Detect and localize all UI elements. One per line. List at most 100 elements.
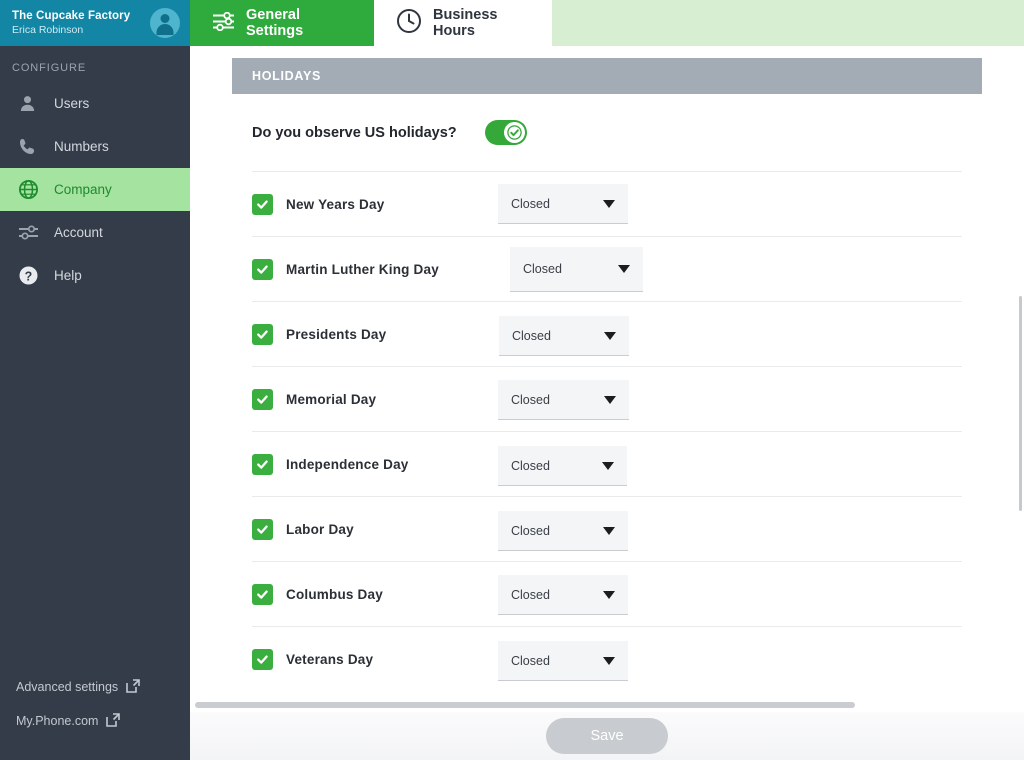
holiday-row: Labor Day Closed — [252, 496, 962, 561]
sidebar-account-text: The Cupcake Factory Erica Robinson — [12, 10, 150, 36]
sidebar: The Cupcake Factory Erica Robinson CONFI… — [0, 0, 190, 760]
chevron-down-icon — [603, 590, 615, 599]
avatar[interactable] — [150, 8, 180, 38]
sidebar-item-label: Help — [54, 268, 82, 283]
sidebar-item-company[interactable]: Company — [0, 168, 190, 211]
save-button[interactable]: Save — [546, 718, 668, 754]
check-icon — [257, 329, 268, 339]
footer-bar: Save — [190, 712, 1024, 760]
holiday-name: New Years Day — [286, 196, 385, 212]
holiday-name: Martin Luther King Day — [286, 261, 439, 277]
tab-strip: General Settings Business Hours — [190, 0, 1024, 46]
main-content: HOLIDAYS Do you observe US holidays? New… — [190, 46, 1024, 700]
check-icon — [257, 394, 268, 404]
holiday-list: New Years Day Closed Martin Luther King Da… — [252, 171, 962, 691]
check-icon — [257, 524, 268, 534]
check-icon — [257, 199, 268, 209]
holiday-row: Columbus Day Closed — [252, 561, 962, 626]
company-name: The Cupcake Factory — [12, 9, 131, 22]
sliders-icon — [18, 224, 48, 241]
holiday-status-value: Closed — [511, 196, 550, 211]
horizontal-scrollbar-thumb[interactable] — [195, 702, 855, 708]
holiday-status-dropdown[interactable]: Closed — [498, 446, 627, 486]
chevron-down-icon — [604, 395, 616, 404]
holiday-status-dropdown[interactable]: Closed — [498, 380, 629, 420]
my-phone-com-link[interactable]: My.Phone.com — [0, 704, 190, 738]
sidebar-item-numbers[interactable]: Numbers — [0, 125, 190, 168]
vertical-scrollbar[interactable] — [1019, 296, 1022, 511]
observe-question-label: Do you observe US holidays? — [252, 124, 457, 141]
section-header-holidays: HOLIDAYS — [232, 58, 982, 94]
holiday-status-value: Closed — [511, 587, 550, 602]
sidebar-item-label: Numbers — [54, 139, 109, 154]
holiday-status-dropdown[interactable]: Closed — [498, 184, 628, 224]
holiday-checkbox[interactable] — [252, 388, 273, 410]
holiday-status-dropdown[interactable]: Closed — [510, 247, 643, 292]
holiday-status-dropdown[interactable]: Closed — [499, 316, 629, 356]
holiday-row: Memorial Day Closed — [252, 366, 962, 431]
chevron-down-icon — [603, 199, 615, 208]
sidebar-item-label: Users — [54, 96, 90, 111]
holiday-checkbox[interactable] — [252, 583, 273, 605]
chevron-down-icon — [603, 526, 615, 535]
horizontal-scrollbar-track — [190, 700, 1024, 712]
sidebar-section-label: CONFIGURE — [12, 62, 87, 74]
sidebar-account-header[interactable]: The Cupcake Factory Erica Robinson — [0, 0, 190, 46]
observe-holidays-row: Do you observe US holidays? — [190, 94, 1024, 171]
holiday-checkbox[interactable] — [252, 258, 273, 280]
holiday-row: Martin Luther King Day Closed — [252, 236, 962, 301]
sidebar-item-users[interactable]: Users — [0, 82, 190, 125]
advanced-settings-label: Advanced settings — [16, 680, 119, 694]
my-phone-com-label: My.Phone.com — [16, 714, 99, 728]
check-icon — [506, 125, 522, 140]
holiday-status-value: Closed — [512, 328, 551, 343]
holiday-status-dropdown[interactable]: Closed — [498, 511, 628, 551]
holiday-name: Columbus Day — [286, 586, 383, 602]
holiday-row: Independence Day Closed — [252, 431, 962, 496]
observe-holidays-toggle[interactable] — [484, 120, 527, 145]
tab-business-hours[interactable]: Business Hours — [374, 0, 552, 46]
holiday-name: Memorial Day — [286, 391, 377, 407]
external-link-icon — [105, 712, 121, 731]
holiday-name: Veterans Day — [286, 651, 374, 667]
holiday-status-dropdown[interactable]: Closed — [498, 641, 628, 681]
holiday-name: Labor Day — [286, 521, 354, 537]
holiday-checkbox[interactable] — [252, 193, 273, 215]
check-icon — [257, 589, 268, 599]
external-link-icon — [125, 678, 141, 697]
holiday-status-value: Closed — [511, 458, 550, 473]
globe-icon — [18, 179, 48, 200]
sidebar-item-help[interactable]: ? Help — [0, 254, 190, 297]
holiday-name: Presidents Day — [286, 326, 387, 342]
holiday-status-value: Closed — [523, 262, 562, 276]
chevron-down-icon — [618, 265, 630, 273]
sidebar-bottom-links: Advanced settings My.Phone.com — [0, 670, 190, 738]
chevron-down-icon — [603, 656, 615, 665]
check-icon — [257, 654, 268, 664]
svg-text:?: ? — [25, 269, 33, 283]
holiday-checkbox[interactable] — [252, 323, 273, 345]
tab-label: Business Hours — [433, 7, 498, 39]
sidebar-item-label: Company — [54, 182, 112, 197]
holiday-checkbox[interactable] — [252, 518, 273, 540]
holiday-checkbox[interactable] — [252, 648, 273, 670]
holiday-row: Veterans Day Closed — [252, 626, 962, 691]
user-name: Erica Robinson — [12, 24, 84, 37]
holiday-status-dropdown[interactable]: Closed — [498, 575, 628, 615]
tab-general-settings[interactable]: General Settings — [190, 0, 374, 46]
tab-label: General Settings — [246, 7, 304, 39]
holiday-row: Presidents Day Closed — [252, 301, 962, 366]
section-title: HOLIDAYS — [252, 69, 322, 83]
sidebar-item-label: Account — [54, 225, 103, 240]
clock-icon — [396, 8, 422, 38]
question-circle-icon: ? — [18, 265, 48, 286]
holiday-checkbox[interactable] — [252, 453, 273, 475]
app-root: The Cupcake Factory Erica Robinson CONFI… — [0, 0, 1024, 760]
advanced-settings-link[interactable]: Advanced settings — [0, 670, 190, 704]
user-icon — [18, 94, 48, 113]
toggle-knob — [503, 122, 525, 143]
holiday-status-value: Closed — [511, 653, 550, 668]
holiday-name: Independence Day — [286, 456, 409, 472]
sidebar-item-account[interactable]: Account — [0, 211, 190, 254]
chevron-down-icon — [602, 461, 614, 470]
